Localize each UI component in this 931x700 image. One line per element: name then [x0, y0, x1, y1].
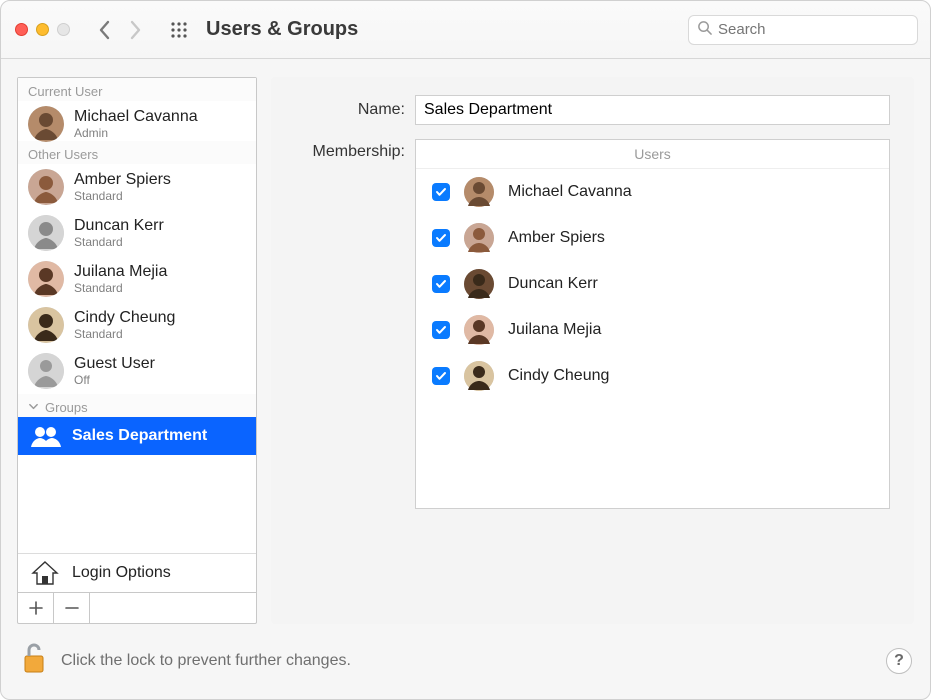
show-all-prefs-button[interactable]: [166, 14, 192, 46]
login-options-button[interactable]: Login Options: [18, 553, 256, 592]
membership-row-item[interactable]: Cindy Cheung: [416, 353, 889, 399]
sidebar-group-row[interactable]: Sales Department: [18, 417, 256, 455]
avatar: [464, 315, 494, 345]
sidebar-button-bar: [18, 592, 256, 623]
member-name: Cindy Cheung: [508, 367, 609, 385]
lock-text: Click the lock to prevent further change…: [61, 652, 351, 670]
user-role: Standard: [74, 235, 164, 249]
user-name: Juilana Mejia: [74, 263, 167, 281]
user-name: Michael Cavanna: [74, 108, 198, 126]
membership-row-item[interactable]: Juilana Mejia: [416, 307, 889, 353]
name-label: Name:: [295, 101, 415, 119]
avatar: [28, 106, 64, 142]
chevron-down-icon: [28, 400, 39, 415]
membership-header: Users: [416, 140, 889, 169]
user-name: Duncan Kerr: [74, 217, 164, 235]
search-field[interactable]: [688, 15, 918, 45]
help-button[interactable]: ?: [886, 648, 912, 674]
avatar: [28, 353, 64, 389]
membership-checkbox[interactable]: [432, 275, 450, 293]
avatar: [464, 361, 494, 391]
user-role: Standard: [74, 189, 171, 203]
membership-row-item[interactable]: Michael Cavanna: [416, 169, 889, 215]
close-window-button[interactable]: [15, 23, 28, 36]
forward-button[interactable]: [122, 14, 148, 46]
member-name: Amber Spiers: [508, 229, 605, 247]
sidebar-user-row[interactable]: Guest User Off: [18, 348, 256, 394]
member-name: Michael Cavanna: [508, 183, 632, 201]
membership-list: Users Michael Cavanna Amber Spiers: [415, 139, 890, 509]
main-panel: Name: Membership: Users Michael Cavanna: [271, 77, 914, 624]
sidebar-user-row[interactable]: Amber Spiers Standard: [18, 164, 256, 210]
back-button[interactable]: [92, 14, 118, 46]
window-title: Users & Groups: [206, 18, 688, 41]
help-icon: ?: [894, 652, 904, 670]
lock-open-icon: [19, 640, 49, 681]
sidebar-header-other-users: Other Users: [18, 141, 256, 164]
users-sidebar: Current User Michael Cavanna Admin Other…: [17, 77, 257, 624]
membership-checkbox[interactable]: [432, 183, 450, 201]
avatar: [464, 177, 494, 207]
search-input[interactable]: [718, 21, 909, 38]
lock-button[interactable]: Click the lock to prevent further change…: [19, 640, 351, 681]
membership-checkbox[interactable]: [432, 367, 450, 385]
sidebar-header-current-user: Current User: [18, 78, 256, 101]
window-footer: Click the lock to prevent further change…: [1, 634, 930, 699]
avatar: [28, 215, 64, 251]
membership-row-item[interactable]: Amber Spiers: [416, 215, 889, 261]
avatar: [28, 169, 64, 205]
groups-header-label: Groups: [45, 400, 88, 415]
user-name: Guest User: [74, 355, 155, 373]
user-name: Amber Spiers: [74, 171, 171, 189]
group-name-field[interactable]: [415, 95, 890, 125]
zoom-window-button[interactable]: [57, 23, 70, 36]
member-name: Juilana Mejia: [508, 321, 601, 339]
window-body: Current User Michael Cavanna Admin Other…: [1, 59, 930, 634]
avatar: [464, 223, 494, 253]
remove-button[interactable]: [54, 593, 90, 623]
membership-row-item[interactable]: Duncan Kerr: [416, 261, 889, 307]
sidebar-header-groups[interactable]: Groups: [18, 394, 256, 417]
sidebar-user-row[interactable]: Juilana Mejia Standard: [18, 256, 256, 302]
group-icon: [28, 422, 62, 450]
user-role: Standard: [74, 281, 167, 295]
name-row: Name:: [295, 95, 890, 125]
membership-checkbox[interactable]: [432, 321, 450, 339]
user-role: Admin: [74, 126, 198, 140]
membership-checkbox[interactable]: [432, 229, 450, 247]
home-icon: [28, 559, 62, 587]
user-name: Cindy Cheung: [74, 309, 175, 327]
user-role: Off: [74, 373, 155, 387]
sidebar-user-row[interactable]: Duncan Kerr Standard: [18, 210, 256, 256]
window: Users & Groups Current User Michael Cava…: [0, 0, 931, 700]
search-icon: [697, 20, 718, 40]
membership-label: Membership:: [295, 139, 415, 161]
titlebar: Users & Groups: [1, 1, 930, 59]
minimize-window-button[interactable]: [36, 23, 49, 36]
sidebar-scroll: Current User Michael Cavanna Admin Other…: [18, 78, 256, 553]
sidebar-user-row[interactable]: Cindy Cheung Standard: [18, 302, 256, 348]
add-button[interactable]: [18, 593, 54, 623]
member-name: Duncan Kerr: [508, 275, 598, 293]
membership-row: Membership: Users Michael Cavanna Amber …: [295, 139, 890, 509]
traffic-lights: [15, 23, 70, 36]
user-role: Standard: [74, 327, 175, 341]
login-options-label: Login Options: [72, 564, 171, 582]
avatar: [28, 307, 64, 343]
nav-buttons: [92, 14, 148, 46]
avatar: [28, 261, 64, 297]
group-name: Sales Department: [72, 427, 207, 445]
avatar: [464, 269, 494, 299]
